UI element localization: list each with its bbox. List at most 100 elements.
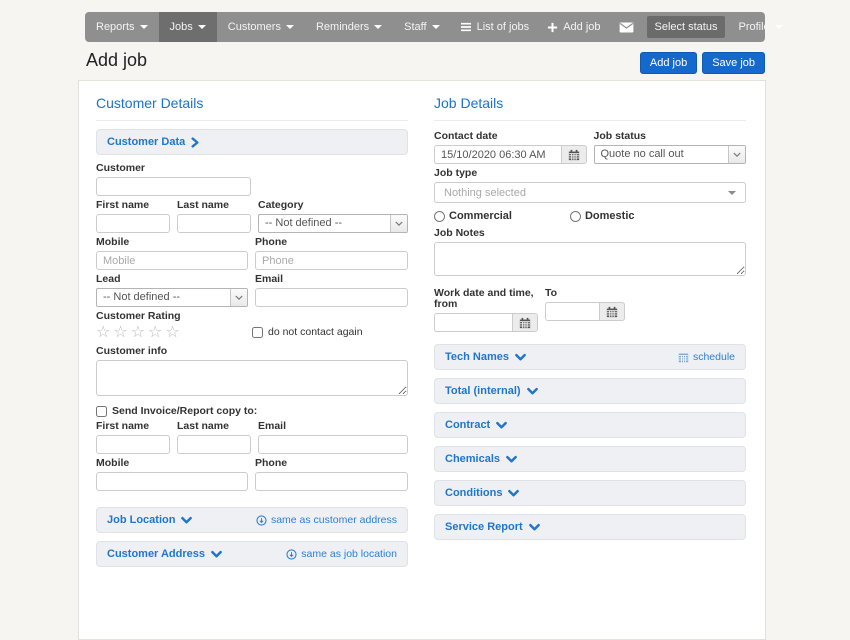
domestic-radio[interactable]	[570, 211, 581, 222]
tech-names-section-header[interactable]: Tech Names schedule	[434, 344, 746, 370]
chevron-down-icon	[508, 489, 519, 498]
job-type-label: Job type	[434, 168, 746, 179]
select-status-button[interactable]: Select status	[647, 16, 726, 38]
send-copy-checkbox[interactable]	[96, 406, 107, 417]
customer-data-label: Customer Data	[107, 136, 185, 148]
service-report-section-header[interactable]: Service Report	[434, 514, 746, 540]
work-date-to-input[interactable]	[545, 302, 599, 321]
contract-section-header[interactable]: Contract	[434, 412, 746, 438]
copy-first-name-input[interactable]	[96, 435, 170, 454]
send-copy-checkbox-row: Send Invoice/Report copy to:	[96, 406, 408, 417]
nav-item-profile[interactable]: Profile	[729, 12, 791, 42]
envelope-icon	[619, 22, 634, 33]
job-status-select[interactable]: Quote no call out	[594, 145, 747, 164]
customer-data-section-header[interactable]: Customer Data	[96, 129, 408, 155]
conditions-label: Conditions	[445, 487, 502, 499]
job-location-section-header[interactable]: Job Location same as customer address	[96, 507, 408, 533]
mobile-label: Mobile	[96, 237, 248, 248]
copy-circle-icon	[256, 515, 267, 526]
lead-select[interactable]: -- Not defined --	[96, 288, 248, 307]
work-date-to-label: To	[545, 288, 625, 299]
main-panel: Customer Details Customer Data Customer …	[78, 80, 766, 640]
star-icon[interactable]	[131, 325, 145, 340]
chevron-down-icon	[515, 353, 526, 362]
job-notes-textarea[interactable]	[434, 242, 746, 276]
last-name-label: Last name	[177, 200, 251, 211]
add-job-link[interactable]: Add job	[538, 12, 609, 42]
do-not-contact-checkbox-row: do not contact again	[252, 327, 363, 338]
work-date-from-input[interactable]	[434, 313, 512, 332]
category-select[interactable]: -- Not defined --	[258, 214, 408, 233]
copy-mobile-input[interactable]	[96, 472, 248, 491]
job-status-value: Quote no call out	[595, 146, 729, 163]
job-status-label: Job status	[594, 131, 747, 142]
nav-item-jobs[interactable]: Jobs	[159, 12, 217, 42]
copy-last-name-input[interactable]	[177, 435, 251, 454]
star-icon[interactable]	[113, 325, 127, 340]
category-label: Category	[258, 200, 408, 211]
caret-down-icon	[728, 191, 736, 195]
caret-down-icon	[374, 25, 382, 29]
work-date-to-group	[545, 302, 625, 321]
nav-item-reminders[interactable]: Reminders	[305, 12, 393, 42]
chevron-down-icon	[211, 550, 222, 559]
select-arrow-icon	[230, 289, 247, 306]
chemicals-section-header[interactable]: Chemicals	[434, 446, 746, 472]
contact-date-calendar-button[interactable]	[561, 145, 587, 164]
same-as-customer-address-link[interactable]: same as customer address	[256, 514, 397, 526]
add-job-button[interactable]: Add job	[640, 52, 697, 74]
customer-info-label: Customer info	[96, 346, 408, 357]
customer-info-textarea[interactable]	[96, 360, 408, 396]
total-internal-section-header[interactable]: Total (internal)	[434, 378, 746, 404]
email-input[interactable]	[255, 288, 408, 307]
save-job-button[interactable]: Save job	[702, 52, 765, 74]
header-actions: Add job Save job	[78, 52, 765, 74]
list-of-jobs-link[interactable]: List of jobs	[451, 12, 539, 42]
list-icon	[460, 22, 472, 32]
chevron-right-icon	[191, 137, 199, 148]
work-date-from-calendar-button[interactable]	[512, 313, 538, 332]
work-date-to-calendar-button[interactable]	[599, 302, 625, 321]
customer-rating-stars	[96, 325, 252, 340]
messages-button[interactable]	[610, 12, 643, 42]
contract-label: Contract	[445, 419, 490, 431]
customer-address-section-header[interactable]: Customer Address same as job location	[96, 541, 408, 567]
copy-last-name-label: Last name	[177, 421, 251, 432]
lead-value: -- Not defined --	[97, 289, 230, 306]
copy-circle-icon	[286, 549, 297, 560]
do-not-contact-checkbox[interactable]	[252, 327, 263, 338]
phone-input[interactable]	[255, 251, 408, 270]
conditions-section-header[interactable]: Conditions	[434, 480, 746, 506]
customer-input[interactable]	[96, 177, 251, 196]
caret-down-icon	[432, 25, 440, 29]
copy-email-label: Email	[258, 421, 408, 432]
copy-first-name-label: First name	[96, 421, 170, 432]
contact-date-group	[434, 145, 587, 164]
job-type-select[interactable]: Nothing selected	[434, 182, 746, 203]
first-name-input[interactable]	[96, 214, 170, 233]
mobile-input[interactable]	[96, 251, 248, 270]
last-name-input[interactable]	[177, 214, 251, 233]
nav-item-reports[interactable]: Reports	[85, 12, 159, 42]
schedule-link[interactable]: schedule	[678, 351, 735, 363]
caret-down-icon	[286, 25, 294, 29]
job-type-value: Nothing selected	[444, 187, 526, 199]
contact-date-input[interactable]	[434, 145, 561, 164]
star-icon[interactable]	[96, 325, 110, 340]
domestic-label: Domestic	[585, 210, 635, 222]
nav-item-label: Reports	[96, 21, 135, 33]
same-as-job-location-link[interactable]: same as job location	[286, 548, 397, 560]
list-of-jobs-label: List of jobs	[477, 21, 530, 33]
copy-phone-input[interactable]	[255, 472, 408, 491]
nav-item-staff[interactable]: Staff	[393, 12, 450, 42]
calendar-icon	[606, 306, 618, 318]
calendar-icon	[519, 317, 531, 329]
select-arrow-icon	[390, 215, 407, 232]
nav-item-customers[interactable]: Customers	[217, 12, 305, 42]
commercial-radio[interactable]	[434, 211, 445, 222]
chevron-down-icon	[506, 455, 517, 464]
copy-email-input[interactable]	[258, 435, 408, 454]
star-icon[interactable]	[148, 325, 162, 340]
job-details-title: Job Details	[434, 93, 746, 121]
star-icon[interactable]	[165, 325, 179, 340]
